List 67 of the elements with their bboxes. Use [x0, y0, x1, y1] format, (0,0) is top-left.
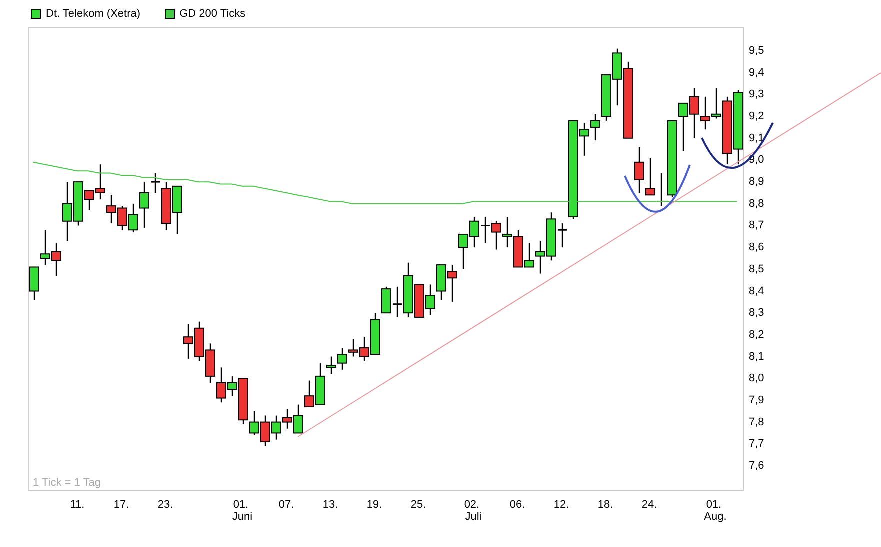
axis-label: 17.	[114, 499, 130, 511]
axis-label: 13.	[322, 499, 338, 511]
candlestick	[52, 243, 62, 276]
candlestick	[458, 234, 468, 270]
legend-label: GD 200 Ticks	[180, 8, 246, 20]
candlestick	[492, 221, 502, 250]
candlestick	[502, 217, 512, 248]
candlestick	[426, 284, 436, 316]
candlestick	[62, 182, 72, 242]
axis-label: 01. Juni	[232, 499, 253, 523]
candlestick	[348, 339, 358, 357]
axis-label: 7,6	[749, 460, 764, 472]
axis-label: 02. Juli	[464, 499, 482, 523]
candlestick	[172, 186, 182, 234]
axis-label: 8,6	[749, 242, 764, 254]
axis-label: 24.	[642, 499, 658, 511]
candlestick	[272, 416, 282, 440]
candlestick	[393, 286, 402, 318]
candlestick	[260, 416, 270, 446]
axis-label: 9,3	[749, 88, 764, 101]
axis-label: 8,3	[749, 307, 764, 320]
axis-label: 8,5	[749, 263, 764, 276]
candlestick	[558, 224, 567, 248]
chart-note: 1 Tick = 1 Tag	[33, 477, 101, 489]
legend-label: Dt. Telekom (Xetra)	[46, 8, 141, 20]
candlestick	[338, 348, 348, 370]
axis-label: 11.	[70, 499, 85, 511]
axis-label: 7,9	[749, 394, 764, 406]
axis-label: 8,4	[749, 285, 764, 298]
axis-label: 8,0	[749, 372, 764, 385]
candlestick	[481, 217, 490, 244]
candlestick	[657, 173, 666, 206]
axis-label: 7,8	[749, 416, 764, 428]
axis-label: 8,9	[749, 176, 764, 188]
candlestick	[40, 230, 50, 266]
candlestick	[436, 264, 446, 300]
candlestick	[634, 147, 644, 193]
arc-line	[624, 164, 691, 213]
candlestick	[448, 265, 458, 302]
axis-label: 23.	[158, 499, 174, 511]
axis-label: 8,8	[749, 198, 764, 210]
axis-label: 01. Aug.	[704, 499, 727, 523]
axis-label: 7,7	[749, 438, 764, 450]
axis-label: 18.	[598, 499, 614, 511]
candlestick	[151, 173, 160, 193]
axis-label: 19.	[366, 499, 382, 511]
candlestick	[106, 195, 116, 224]
axis-label: 8,7	[749, 220, 764, 232]
axis-label: 9,2	[749, 110, 764, 123]
candlestick	[184, 324, 194, 359]
candlestick	[470, 217, 480, 248]
axis-label: 12.	[554, 499, 570, 511]
axis-label: 9,4	[749, 66, 764, 79]
candlestick	[612, 48, 622, 106]
axis-label: 9,1	[749, 132, 764, 144]
candlestick	[30, 266, 40, 300]
axis-label: 9,5	[749, 45, 764, 58]
axis-label: 8,2	[749, 328, 764, 341]
candlestick	[118, 206, 128, 230]
candlestick	[194, 322, 204, 362]
candlestick	[162, 182, 172, 230]
axis-label: 8,1	[749, 350, 764, 363]
axis-label: 06.	[510, 499, 526, 511]
axis-label: 25.	[410, 499, 426, 511]
candlestick	[646, 158, 656, 196]
candlestick	[206, 344, 216, 383]
axis-label: 07.	[278, 499, 294, 511]
